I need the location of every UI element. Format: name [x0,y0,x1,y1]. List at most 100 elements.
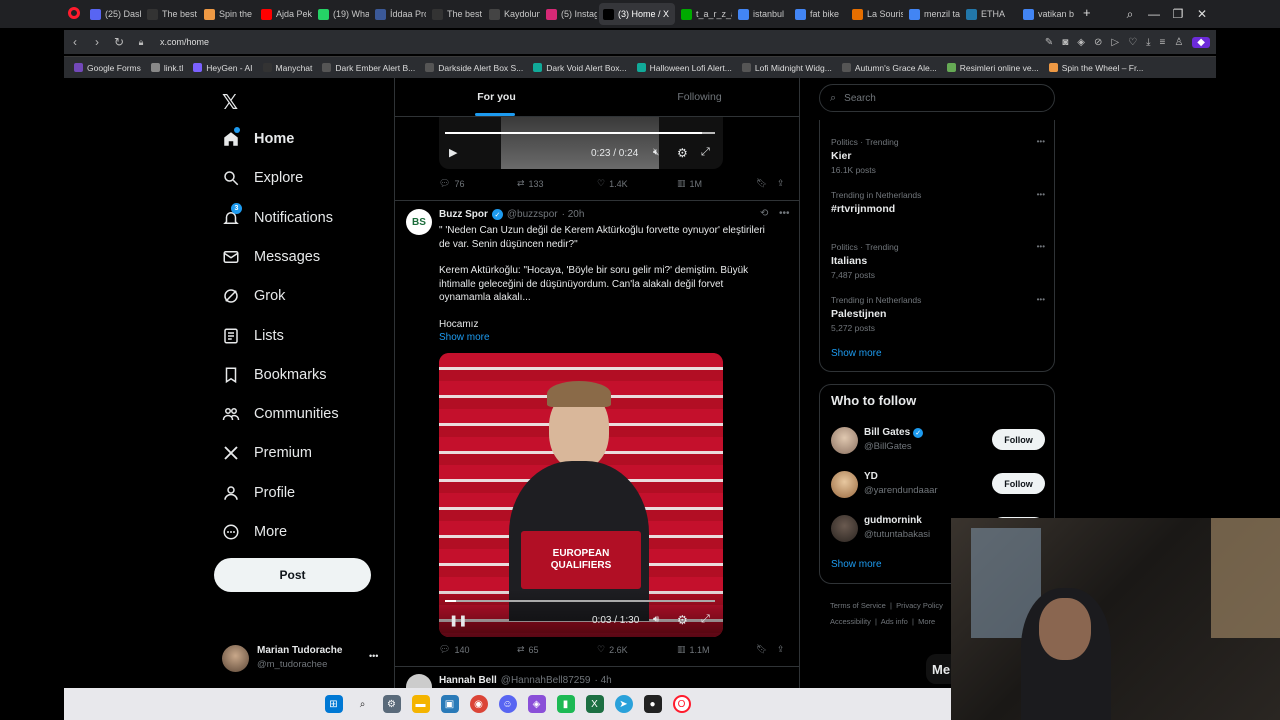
browser-tab[interactable]: vatikan b [1019,3,1074,25]
app-icon[interactable]: ◈ [527,695,546,713]
bookmark-item[interactable]: Spin the Wheel – Fr... [1048,63,1143,73]
tab-for-you[interactable]: For you [395,78,598,116]
trend-item[interactable]: Politics · Trending Italians 7,487 posts ••… [831,242,1045,280]
trends-show-more[interactable]: Show more [831,348,882,359]
sidebar-item-profile[interactable]: Profile [222,484,295,502]
bookmark-item[interactable]: Autumn's Grace Ale... [841,63,937,73]
new-tab-button[interactable]: + [1083,5,1091,20]
browser-tab[interactable]: istanbul [734,3,789,25]
footer-link[interactable]: More [918,617,935,626]
tweet-author[interactable]: Hannah Bell [439,675,497,686]
pause-icon[interactable]: ❚❚ [449,614,467,627]
repost-button[interactable]: ⇄ 133 [517,178,544,189]
account-menu-icon[interactable]: ••• [369,651,378,661]
profile-icon[interactable]: ♙ [1174,37,1183,48]
post-button[interactable]: Post [214,558,371,592]
volume-icon[interactable]: 🔊︎ [653,614,659,625]
bookmark-item[interactable]: Lofi Midnight Widg... [741,63,832,73]
telegram-icon[interactable]: ➤ [614,695,633,713]
footer-link[interactable]: Ads info [881,617,908,626]
browser-tab[interactable]: fat bike [791,3,846,25]
bookmark-item[interactable]: Dark Ember Alert B... [322,63,415,73]
play-icon[interactable]: ▶ [449,146,457,159]
follow-suggestion[interactable]: YD @yarendundaaar Follow [820,469,1056,505]
camera-icon[interactable]: ◙ [1062,37,1068,48]
browser-tab[interactable]: İddaa Pro [371,3,426,25]
sidebar-item-bookmarks[interactable]: Bookmarks [222,366,327,384]
sidebar-item-communities[interactable]: Communities [222,405,339,423]
extension-icon[interactable]: ◆ [1192,36,1210,48]
start-icon[interactable]: ⊞ [324,695,343,713]
bookmark-button[interactable]: 🔖︎ [756,178,767,189]
reload-icon[interactable]: ↻ [108,35,130,49]
browser-tab[interactable]: ETHA [962,3,1017,25]
settings-icon[interactable]: ⚙ [677,146,688,160]
more-icon[interactable]: ••• [1037,190,1045,199]
account-switcher[interactable]: Marian Tudorache @m_tudorachee ••• [222,644,382,674]
browser-tab[interactable]: t_a_r_z_a [677,3,732,25]
browser-tab[interactable]: (19) What [314,3,369,25]
discord-icon[interactable]: ☺ [498,695,517,713]
repost-button[interactable]: ⇄ 65 [517,644,539,655]
more-icon[interactable]: ••• [1037,295,1045,304]
close-window-icon[interactable]: ✕ [1190,0,1214,28]
search-input[interactable]: ⌕ Search [819,84,1055,112]
tweet-handle[interactable]: @buzzspor [507,209,558,220]
bookmark-item[interactable]: Halloween Lofi Alert... [636,63,732,73]
more-icon[interactable]: ••• [1037,137,1045,146]
bookmark-button[interactable]: 🔖︎ [756,644,767,655]
sidebar-item-home[interactable]: Home [222,127,294,148]
reply-button[interactable]: 💬︎ 140 [439,644,469,655]
forward-icon[interactable]: › [86,35,108,49]
browser-tab[interactable]: La Souris [848,3,903,25]
mute-icon[interactable]: 🔇︎ [653,147,659,158]
menu-icon[interactable]: ≡ [1159,37,1165,48]
restore-icon[interactable]: ❐ [1166,0,1190,28]
bookmark-item[interactable]: Darkside Alert Box S... [425,63,523,73]
bookmark-item[interactable]: link.tl [150,63,183,73]
browser-tab[interactable]: The best [143,3,198,25]
chrome-icon[interactable]: ◉ [469,695,488,713]
bookmark-item[interactable]: Dark Void Alert Box... [533,63,627,73]
grok-icon[interactable]: ⟲ [760,208,768,219]
bookmark-item[interactable]: Manychat [262,63,312,73]
video-player[interactable]: EUROPEAN QUALIFIERS ❚❚ 0:03 / 1:30 🔊︎ ⚙ … [439,353,723,637]
share-button[interactable]: ⇪ [777,178,785,189]
browser-tab[interactable]: Kaydolun [485,3,540,25]
folder-icon[interactable]: ▬ [411,695,430,713]
bookmark-item[interactable]: HeyGen - AI [193,63,253,73]
download-icon[interactable]: ⤓ [1146,37,1150,48]
app-icon[interactable]: ▮ [556,695,575,713]
sidebar-item-messages[interactable]: Messages [222,248,320,266]
video-player[interactable]: ▶ 0:23 / 0:24 🔇︎ ⚙ ⤢ [439,117,723,169]
minimize-icon[interactable]: — [1142,0,1166,28]
edit-icon[interactable]: ✎ [1045,37,1053,48]
tab-following[interactable]: Following [598,78,801,116]
wtf-show-more[interactable]: Show more [831,559,882,570]
bookmark-item[interactable]: Google Forms [74,63,141,73]
avatar[interactable]: BS [406,209,432,235]
sidebar-item-explore[interactable]: Explore [222,169,303,187]
opera-logo-icon[interactable] [68,7,80,19]
play-icon[interactable]: ▷ [1111,37,1119,48]
views-button[interactable]: ▥ 1M [677,178,702,189]
browser-tab[interactable]: (25) Dash [86,3,141,25]
obs-icon[interactable]: ● [643,695,662,713]
trend-item[interactable]: Trending in Netherlands Palestijnen 5,272 … [831,295,1045,333]
tweet-time[interactable]: · 4h [594,675,611,686]
browser-tab[interactable]: The best [428,3,483,25]
show-more-link[interactable]: Show more [439,331,789,345]
tweet-author[interactable]: Buzz Spor [439,209,488,220]
footer-link[interactable]: Accessibility [830,617,871,626]
sidebar-item-grok[interactable]: Grok [222,287,285,305]
browser-tab[interactable]: (5) Instag [542,3,597,25]
trend-item[interactable]: Politics · Trending Kier 16.1K posts ••• [831,137,1045,175]
photos-icon[interactable]: ▣ [440,695,459,713]
settings-icon[interactable]: ⚙ [677,613,688,627]
views-button[interactable]: ▥ 1.1M [677,644,710,655]
more-icon[interactable]: ••• [779,208,790,219]
trend-item[interactable]: Trending in Netherlands #rtvrijnmond ••• [831,190,1045,218]
video-progress-track[interactable] [445,600,715,602]
sidebar-item-more[interactable]: More [222,523,287,541]
shield-icon[interactable]: ◈ [1077,37,1085,48]
